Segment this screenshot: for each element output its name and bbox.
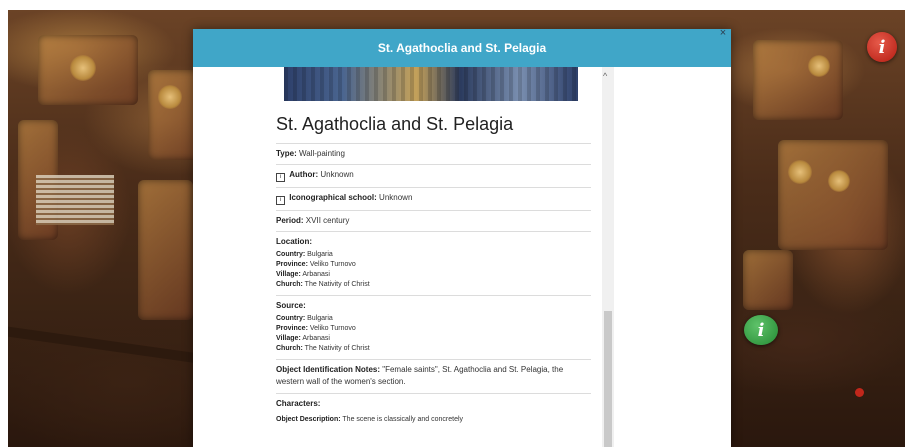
wooden-rail [8, 326, 198, 364]
saint-halo [828, 170, 850, 192]
artwork-title: St. Agathoclia and St. Pelagia [276, 114, 514, 134]
source-province: Province: Veliko Turnovo [276, 324, 591, 334]
fresco-panel [778, 140, 888, 250]
type-value: Wall-painting [298, 149, 345, 158]
school-label: Iconographical school: [289, 193, 377, 202]
details-content: St. Agathoclia and St. Pelagia Type: Wal… [271, 114, 591, 430]
location-village: Village: Arbanasi [276, 270, 591, 280]
kv-value: Arbanasi [302, 271, 330, 278]
school-value: Unknown [379, 193, 413, 202]
location-country: Country: Bulgaria [276, 250, 591, 260]
location-province: Province: Veliko Turnovo [276, 260, 591, 270]
kv-label: Province: [276, 325, 308, 332]
fresco-panel [138, 180, 193, 320]
source-country: Country: Bulgaria [276, 314, 591, 324]
info-hotspot-icon[interactable]: i [744, 315, 778, 345]
location-heading: Location: [276, 237, 312, 246]
author-value: Unknown [320, 170, 354, 179]
location-church: Church: The Nativity of Christ [276, 280, 591, 290]
notes-row: Object Identification Notes: "Female sai… [276, 359, 591, 393]
saint-halo [788, 160, 812, 184]
info-small-icon[interactable]: i [276, 196, 285, 205]
kv-label: Village: [276, 271, 301, 278]
description-value: The scene is classically and concretely [342, 416, 464, 423]
kv-label: Village: [276, 335, 301, 342]
inscription-panel [36, 175, 114, 225]
kv-label: Church: [276, 345, 303, 352]
artwork-image[interactable] [284, 67, 578, 101]
type-row: Type: Wall-painting [276, 143, 591, 164]
kv-label: Country: [276, 315, 306, 322]
kv-label: Country: [276, 251, 306, 258]
info-glyph: i [757, 319, 765, 341]
source-church: Church: The Nativity of Christ [276, 344, 591, 354]
notes-label: Object Identification Notes: [276, 365, 381, 374]
kv-label: Province: [276, 261, 308, 268]
scroll-up-icon[interactable]: ^ [603, 71, 607, 81]
kv-value: Bulgaria [307, 251, 333, 258]
modal-header-title: St. Agathoclia and St. Pelagia [377, 41, 547, 55]
kv-label: Church: [276, 281, 303, 288]
hotspot-dot[interactable] [855, 388, 864, 397]
period-label: Period: [276, 216, 304, 225]
modal-header: St. Agathoclia and St. Pelagia [193, 29, 731, 67]
saint-halo [808, 55, 830, 77]
info-glyph: i [878, 36, 886, 58]
modal-body[interactable]: St. Agathoclia and St. Pelagia Type: Wal… [271, 67, 611, 447]
period-value: XVII century [305, 216, 350, 225]
scrollbar[interactable]: ^ [602, 67, 614, 447]
source-village: Village: Arbanasi [276, 334, 591, 344]
kv-value: The Nativity of Christ [304, 345, 370, 352]
info-modal: St. Agathoclia and St. Pelagia × St. Aga… [193, 27, 731, 447]
fresco-panel [743, 250, 793, 310]
description-label: Object Description: [276, 416, 341, 423]
kv-value: Bulgaria [307, 315, 333, 322]
author-label: Author: [289, 170, 319, 179]
info-small-icon[interactable]: i [276, 173, 285, 182]
close-icon[interactable]: × [717, 27, 729, 39]
source-block: Source: Country: Bulgaria Province: Veli… [276, 295, 591, 359]
school-row: i Iconographical school: Unknown [276, 187, 591, 210]
fresco-panel [753, 40, 843, 120]
kv-value: The Nativity of Christ [304, 281, 370, 288]
characters-row: Characters: Object Description: The scen… [276, 393, 591, 430]
type-label: Type: [276, 149, 297, 158]
saint-halo [158, 85, 182, 109]
author-row: i Author: Unknown [276, 164, 591, 187]
kv-value: Veliko Turnovo [309, 325, 356, 332]
kv-value: Veliko Turnovo [309, 261, 356, 268]
scroll-thumb[interactable] [604, 311, 612, 447]
source-heading: Source: [276, 301, 306, 310]
info-icon[interactable]: i [867, 32, 897, 62]
saint-halo [70, 55, 96, 81]
characters-label: Characters: [276, 399, 321, 408]
kv-value: Arbanasi [302, 335, 330, 342]
location-block: Location: Country: Bulgaria Province: Ve… [276, 231, 591, 295]
period-row: Period: XVII century [276, 210, 591, 231]
description-line: Object Description: The scene is classic… [276, 415, 591, 425]
